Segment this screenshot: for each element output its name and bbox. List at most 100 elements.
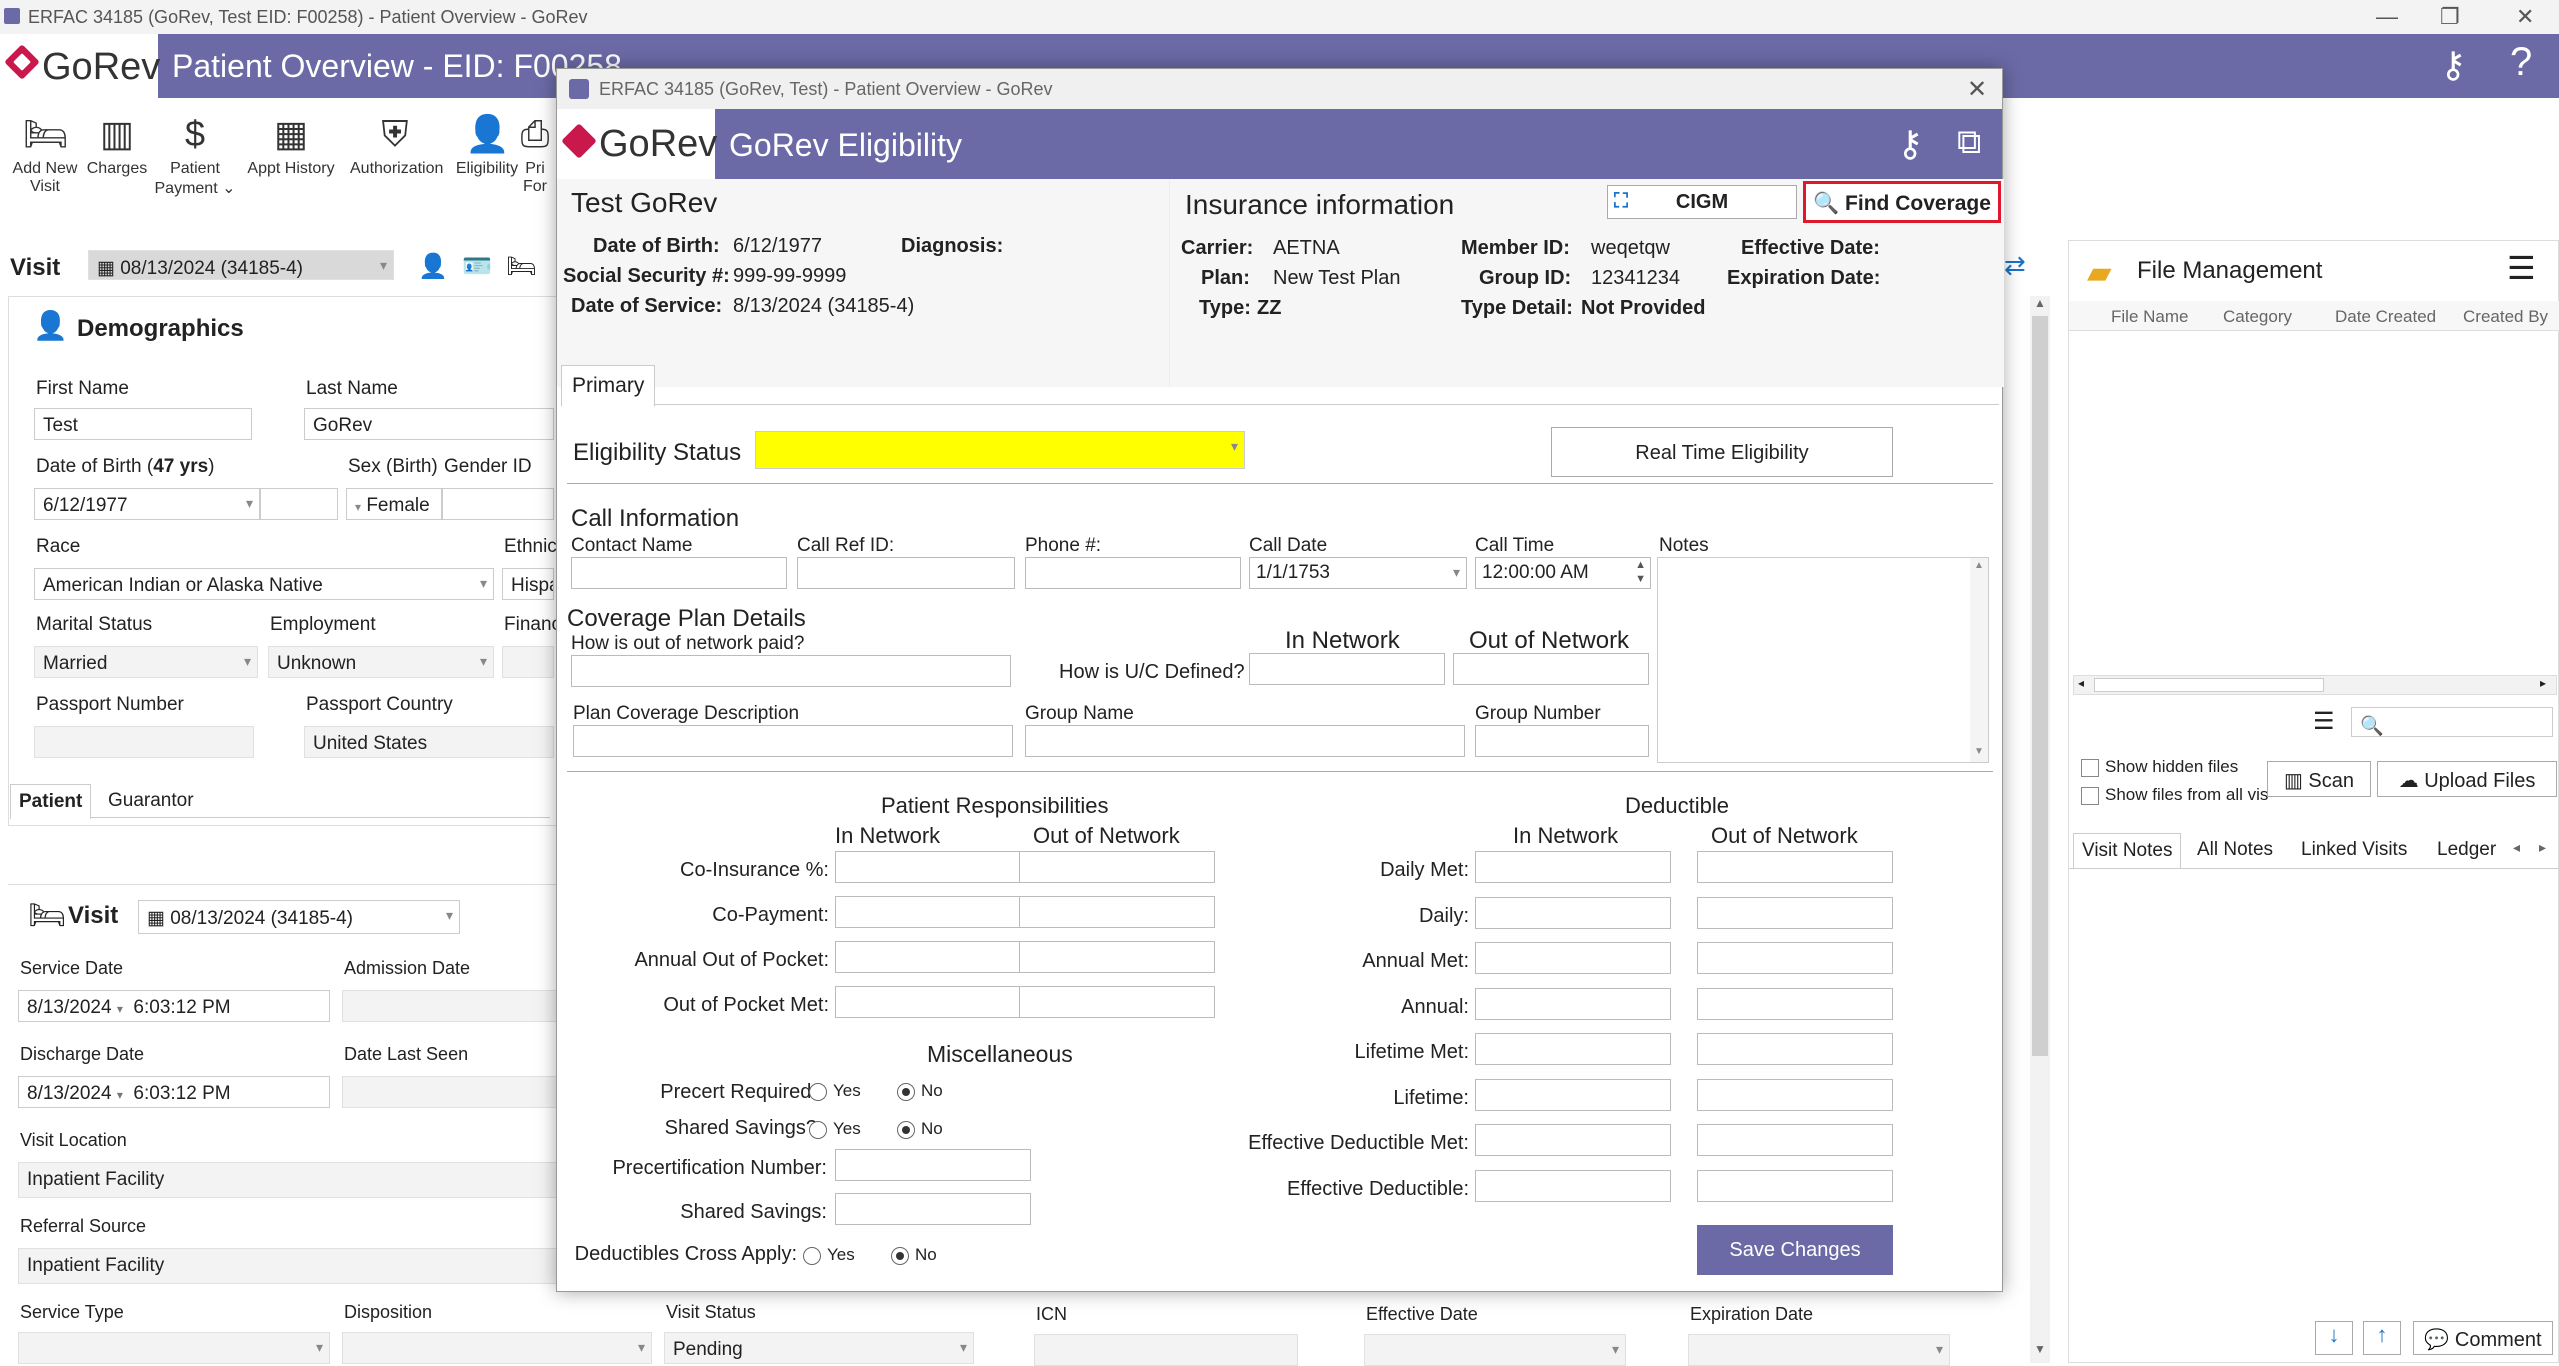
- first-name-input[interactable]: Test: [34, 408, 252, 440]
- employment-select[interactable]: Unknown: [268, 646, 494, 678]
- ded-in-network-input[interactable]: [1475, 987, 1671, 1020]
- ded-out-network-input[interactable]: [1697, 1169, 1893, 1202]
- resp-out-network-input[interactable]: [1019, 851, 1215, 883]
- upload-files-button[interactable]: ☁ Upload Files: [2377, 761, 2557, 797]
- authorization-button[interactable]: ⛨ Authorization: [350, 112, 443, 178]
- tab-all-notes[interactable]: All Notes: [2189, 833, 2281, 867]
- call-ref-input[interactable]: [797, 557, 1015, 589]
- bed-icon[interactable]: 🛏: [506, 252, 536, 281]
- col-created-by[interactable]: Created By: [2463, 307, 2548, 327]
- precert-no-radio[interactable]: No: [897, 1081, 943, 1101]
- help-icon[interactable]: ?: [2510, 40, 2532, 85]
- phone-input[interactable]: [1025, 557, 1241, 589]
- tab-patient[interactable]: Patient: [10, 784, 92, 819]
- uc-in-network-input[interactable]: [1249, 653, 1445, 685]
- shared-savings-input[interactable]: [835, 1193, 1031, 1225]
- refresh-icon[interactable]: ⇄: [2004, 250, 2026, 281]
- last-seen-input[interactable]: [342, 1076, 560, 1108]
- print-forms-button[interactable]: ⎙ Pri For: [510, 112, 560, 196]
- resp-in-network-input[interactable]: [835, 851, 1031, 883]
- ethnicity-select[interactable]: Hispa: [502, 568, 554, 600]
- uc-out-network-input[interactable]: [1453, 653, 1649, 685]
- col-date-created[interactable]: Date Created: [2335, 307, 2436, 327]
- ded-in-network-input[interactable]: [1475, 851, 1671, 883]
- dob-input[interactable]: 6/12/1977: [34, 488, 260, 520]
- notes-scrollbar[interactable]: ▲ ▼: [1970, 558, 1988, 762]
- col-file-name[interactable]: File Name: [2111, 307, 2188, 327]
- location-select[interactable]: Inpatient Facility: [18, 1162, 560, 1198]
- spinner-icon[interactable]: ▲ ▼: [1635, 558, 1646, 586]
- resp-in-network-input[interactable]: [835, 986, 1031, 1018]
- real-time-eligibility-button[interactable]: Real Time Eligibility: [1551, 427, 1893, 477]
- comment-button[interactable]: 💬 Comment: [2413, 1321, 2553, 1355]
- group-name-input[interactable]: [1025, 725, 1465, 757]
- icn-input[interactable]: [1034, 1334, 1298, 1366]
- modal-close-icon[interactable]: ✕: [1967, 75, 1987, 104]
- resp-out-network-input[interactable]: [1019, 896, 1215, 928]
- cigm-button[interactable]: ⛶ CIGM: [1607, 185, 1797, 219]
- move-down-button[interactable]: ↓: [2315, 1321, 2353, 1355]
- ded-in-network-input[interactable]: [1475, 1033, 1671, 1065]
- plan-desc-input[interactable]: [573, 725, 1013, 757]
- chart-icon[interactable]: ⧉: [1957, 123, 1981, 162]
- notes-textarea[interactable]: ▲ ▼: [1657, 557, 1989, 763]
- minimize-icon[interactable]: —: [2376, 4, 2398, 30]
- discharge-input[interactable]: 8/13/2024 ▾ 6:03:12 PM: [18, 1076, 330, 1108]
- tab-primary[interactable]: Primary: [561, 365, 656, 407]
- dob-extra-field[interactable]: [260, 488, 338, 520]
- resp-out-network-input[interactable]: [1019, 986, 1215, 1018]
- id-card-icon[interactable]: 🪪: [462, 252, 492, 281]
- list-icon[interactable]: ☰: [2313, 707, 2335, 736]
- file-search-input[interactable]: 🔍: [2351, 707, 2553, 737]
- ded-in-network-input[interactable]: [1475, 1169, 1671, 1202]
- tab-scroll-left-icon[interactable]: ◂: [2513, 839, 2520, 856]
- call-time-input[interactable]: 12:00:00 AM ▲ ▼: [1475, 557, 1651, 589]
- contact-name-input[interactable]: [571, 557, 787, 589]
- sex-select[interactable]: ▾ Female: [346, 488, 442, 520]
- last-name-input[interactable]: GoRev: [304, 408, 554, 440]
- ded-in-network-input[interactable]: [1475, 1124, 1671, 1156]
- oon-paid-input[interactable]: [571, 655, 1011, 687]
- scan-button[interactable]: ▥ Scan: [2267, 761, 2371, 797]
- main-scrollbar-thumb[interactable]: [2032, 316, 2048, 1056]
- call-date-input[interactable]: 1/1/1753: [1249, 557, 1467, 589]
- visit-status-select[interactable]: Pending: [664, 1332, 974, 1364]
- ded-cross-no-radio[interactable]: No: [891, 1245, 937, 1265]
- tab-guarantor[interactable]: Guarantor: [100, 784, 202, 818]
- ded-cross-yes-radio[interactable]: Yes: [803, 1245, 855, 1265]
- col-category[interactable]: Category: [2223, 307, 2292, 327]
- precert-yes-radio[interactable]: Yes: [809, 1081, 861, 1101]
- marital-select[interactable]: Married: [34, 646, 258, 678]
- gender-select[interactable]: [442, 488, 554, 520]
- visit-expiration-input[interactable]: [1688, 1334, 1950, 1366]
- ded-out-network-input[interactable]: [1697, 1124, 1893, 1156]
- visit-effective-input[interactable]: [1364, 1334, 1626, 1366]
- shared-yes-radio[interactable]: Yes: [809, 1119, 861, 1139]
- user-keys-icon[interactable]: ⚷: [2440, 44, 2466, 86]
- tab-scroll-right-icon[interactable]: ▸: [2539, 839, 2546, 856]
- ded-in-network-input[interactable]: [1475, 1078, 1671, 1111]
- menu-icon[interactable]: ☰: [2507, 249, 2536, 287]
- restore-icon[interactable]: ❐: [2440, 4, 2460, 30]
- resp-in-network-input[interactable]: [835, 896, 1031, 928]
- ded-out-network-input[interactable]: [1697, 987, 1893, 1020]
- appt-history-button[interactable]: ▦ Appt History: [246, 112, 336, 178]
- tab-visit-notes[interactable]: Visit Notes: [2073, 833, 2182, 868]
- main-scrollbar[interactable]: ▲ ▼: [2030, 296, 2050, 1363]
- file-hscrollbar[interactable]: ◂ ▸: [2073, 675, 2557, 695]
- resp-out-network-input[interactable]: [1019, 941, 1215, 973]
- admission-input[interactable]: [342, 990, 560, 1022]
- ded-out-network-input[interactable]: [1697, 896, 1893, 929]
- group-number-input[interactable]: [1475, 725, 1649, 757]
- disposition-select[interactable]: [342, 1332, 652, 1364]
- show-hidden-checkbox[interactable]: [2081, 759, 2099, 777]
- user-keys-icon[interactable]: ⚷: [1897, 123, 1923, 165]
- ded-in-network-input[interactable]: [1475, 896, 1671, 929]
- ded-out-network-input[interactable]: [1697, 1033, 1893, 1065]
- close-icon[interactable]: ✕: [2516, 4, 2534, 30]
- passport-country-select[interactable]: United States: [304, 726, 554, 758]
- race-select[interactable]: American Indian or Alaska Native: [34, 568, 494, 600]
- service-type-select[interactable]: [18, 1332, 330, 1364]
- patient-payment-button[interactable]: $ Patient Payment ⌄: [150, 112, 240, 198]
- show-all-checkbox[interactable]: [2081, 787, 2099, 805]
